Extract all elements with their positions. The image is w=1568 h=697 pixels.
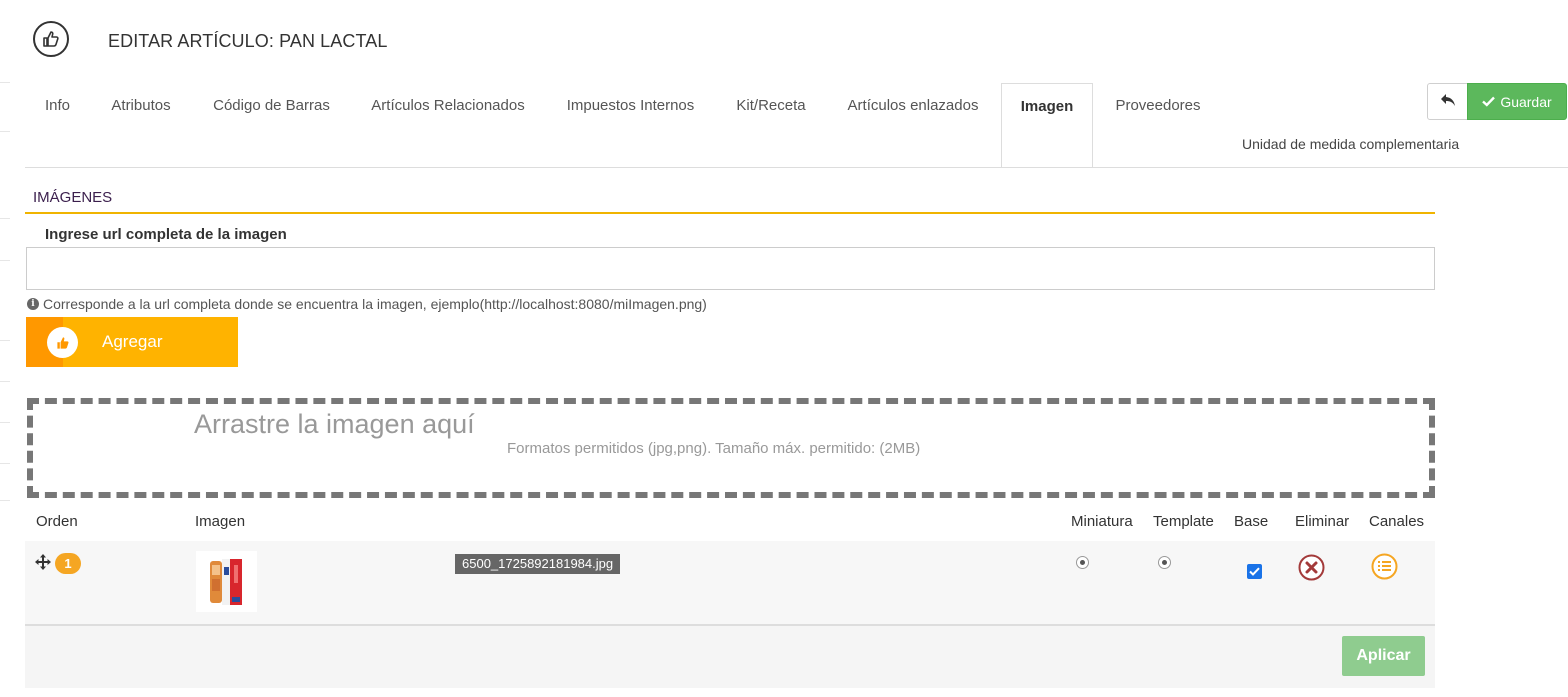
image-url-input[interactable] xyxy=(26,247,1435,290)
tab-atributos[interactable]: Atributos xyxy=(101,83,181,131)
left-divider xyxy=(0,218,10,219)
check-icon xyxy=(1482,94,1496,110)
tab-imagen[interactable]: Imagen xyxy=(1001,83,1093,168)
section-divider xyxy=(25,212,1435,214)
tab-proveedores[interactable]: Proveedores xyxy=(1105,83,1211,131)
left-divider xyxy=(0,340,10,341)
table-footer xyxy=(25,626,1435,688)
info-icon: i xyxy=(27,298,39,310)
apply-button[interactable]: Aplicar xyxy=(1342,636,1425,676)
tab-unidad-de-medida-complementaria[interactable]: Unidad de medida complementaria xyxy=(1242,136,1459,152)
add-image-button[interactable]: Agregar xyxy=(26,317,238,367)
add-image-label: Agregar xyxy=(102,332,163,351)
url-label: Ingrese url completa de la imagen xyxy=(45,226,287,243)
move-handle-icon[interactable] xyxy=(35,554,51,573)
section-title: IMÁGENES xyxy=(33,189,113,206)
miniatura-radio[interactable] xyxy=(1076,556,1089,569)
thumbs-up-icon xyxy=(33,21,69,57)
left-divider xyxy=(0,260,10,261)
tab-kit-receta[interactable]: Kit/Receta xyxy=(726,83,816,131)
channels-list-icon[interactable] xyxy=(1371,553,1398,583)
delete-icon[interactable] xyxy=(1298,554,1325,584)
left-divider xyxy=(0,381,10,382)
product-thumbnail xyxy=(196,551,257,612)
thumbs-up-icon xyxy=(47,327,78,358)
order-badge: 1 xyxy=(55,553,81,574)
row-divider xyxy=(25,624,1435,626)
save-button-label: Guardar xyxy=(1500,93,1552,110)
image-filename: 6500_1725892181984.jpg xyxy=(455,554,621,574)
tab-info[interactable]: Info xyxy=(35,83,80,131)
column-header-imagen: Imagen xyxy=(195,513,246,530)
left-divider xyxy=(0,131,10,132)
column-header-template: Template xyxy=(1153,513,1214,530)
base-checkbox[interactable] xyxy=(1247,564,1262,579)
column-header-base: Base xyxy=(1234,513,1269,530)
save-button[interactable]: Guardar xyxy=(1467,83,1567,120)
left-divider xyxy=(0,500,10,501)
tab-articulos-relacionados[interactable]: Artículos Relacionados xyxy=(361,83,535,131)
url-help: i Corresponde a la url completa donde se… xyxy=(27,296,707,312)
column-header-orden: Orden xyxy=(36,513,78,530)
tab-articulos-enlazados[interactable]: Artículos enlazados xyxy=(837,83,989,131)
left-divider xyxy=(0,463,10,464)
url-help-text: Corresponde a la url completa donde se e… xyxy=(43,296,707,312)
column-header-canales: Canales xyxy=(1369,513,1425,530)
column-header-eliminar: Eliminar xyxy=(1295,513,1350,530)
tabs-divider xyxy=(25,167,1568,168)
left-divider xyxy=(0,422,10,423)
dropzone-title: Arrastre la imagen aquí xyxy=(194,409,475,439)
template-radio[interactable] xyxy=(1158,556,1171,569)
page-title: EDITAR ARTÍCULO: PAN LACTAL xyxy=(108,31,388,51)
back-button[interactable] xyxy=(1427,83,1468,120)
dropzone-subtitle: Formatos permitidos (jpg,png). Tamaño má… xyxy=(507,440,921,457)
tab-impuestos-internos[interactable]: Impuestos Internos xyxy=(556,83,705,131)
column-header-miniatura: Miniatura xyxy=(1071,513,1133,530)
reply-arrow-icon xyxy=(1440,93,1456,110)
left-divider xyxy=(0,82,10,83)
tab-codigo-de-barras[interactable]: Código de Barras xyxy=(203,83,340,131)
